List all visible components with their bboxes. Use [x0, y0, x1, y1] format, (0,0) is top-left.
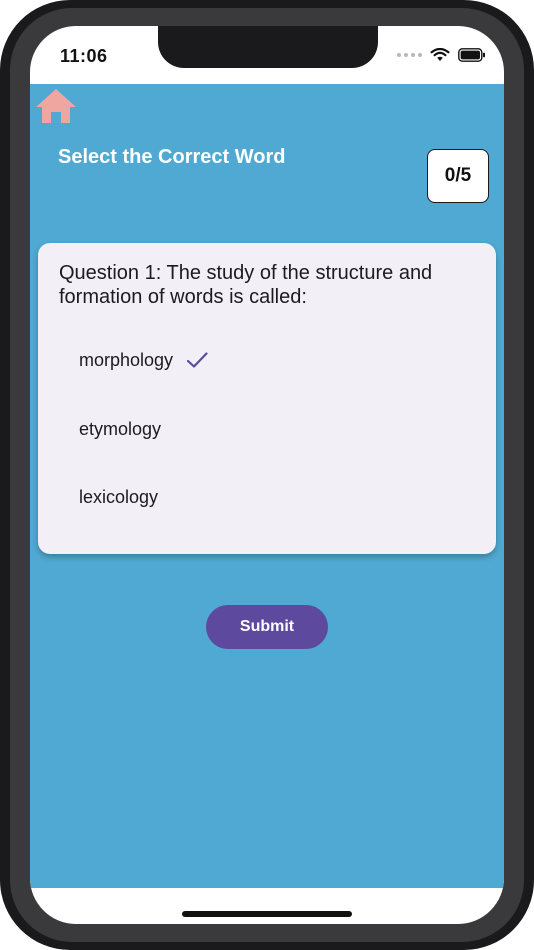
answer-option[interactable]: morphology: [79, 340, 379, 380]
home-indicator[interactable]: [182, 911, 352, 917]
phone-frame: 11:06 Select the Correct Word 0/5 Questi…: [0, 0, 534, 950]
answer-option-label: morphology: [79, 349, 174, 370]
status-icons: [397, 48, 486, 62]
home-button[interactable]: [34, 86, 78, 126]
page-title: Select the Correct Word: [58, 146, 286, 168]
submit-button[interactable]: Submit: [206, 605, 328, 649]
signal-dots-icon: [397, 53, 422, 57]
home-icon: [36, 89, 76, 123]
answer-option[interactable]: lexicology: [79, 477, 379, 517]
quiz-screen: Select the Correct Word 0/5 Question 1: …: [30, 84, 504, 888]
battery-icon: [458, 48, 485, 62]
status-time: 11:06: [60, 46, 108, 66]
question-text: Question 1: The study of the structure a…: [59, 262, 433, 308]
answer-option-label: etymology: [79, 418, 162, 439]
checkmark-icon: [186, 352, 208, 368]
answer-option[interactable]: etymology: [79, 409, 379, 449]
screen: 11:06 Select the Correct Word 0/5 Questi…: [30, 26, 504, 924]
answer-option-label: lexicology: [79, 486, 159, 507]
score-badge: 0/5: [427, 149, 489, 203]
camera-notch: [158, 26, 378, 68]
wifi-icon: [430, 48, 450, 61]
question-card: Question 1: The study of the structure a…: [38, 243, 496, 554]
